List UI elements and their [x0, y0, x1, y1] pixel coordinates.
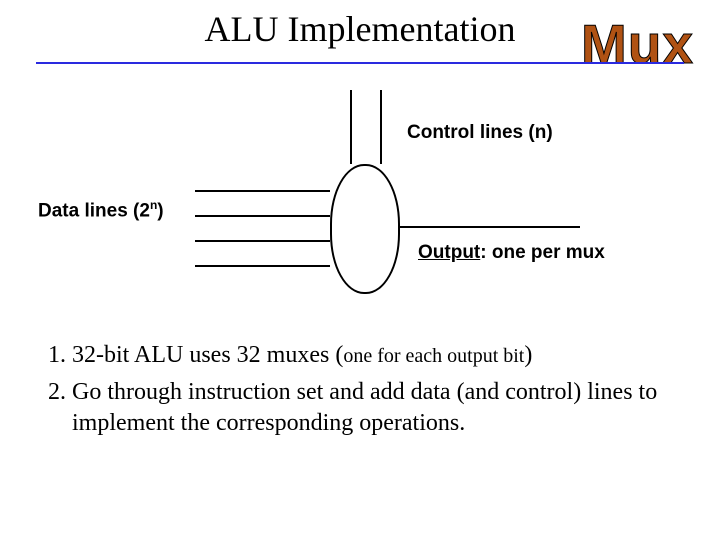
data-lines-label-suffix: ): [157, 200, 163, 221]
list-item-1-small: one for each output bit: [343, 345, 524, 367]
data-line-4: [195, 265, 330, 267]
slide-title: ALU Implementation: [205, 8, 516, 50]
notes-list: 32-bit ALU uses 32 muxes (one for each o…: [38, 340, 678, 446]
data-line-3: [195, 240, 330, 242]
output-rest: : one per mux: [480, 242, 605, 263]
control-lines-label: Control lines (n): [407, 122, 553, 144]
list-item-2: Go through instruction set and add data …: [72, 377, 678, 439]
control-line-2: [380, 90, 382, 164]
output-line: [400, 226, 580, 228]
data-line-1: [195, 190, 330, 192]
list-item-1: 32-bit ALU uses 32 muxes (one for each o…: [72, 340, 678, 371]
data-lines-label-prefix: Data lines (2: [38, 200, 150, 221]
control-line-1: [350, 90, 352, 164]
list-item-1a: 32-bit ALU uses 32 muxes (: [72, 342, 343, 368]
list-item-1b: ): [524, 342, 532, 368]
mux-shape: [330, 164, 400, 294]
mux-wordart: Mux: [581, 12, 694, 76]
mux-diagram: Control lines (n) Data lines (2n) Output…: [0, 70, 720, 310]
title-divider: [36, 62, 684, 64]
output-label: Output: one per mux: [418, 242, 605, 264]
data-lines-label: Data lines (2n): [38, 198, 164, 222]
output-word: Output: [418, 242, 480, 263]
data-line-2: [195, 215, 330, 217]
